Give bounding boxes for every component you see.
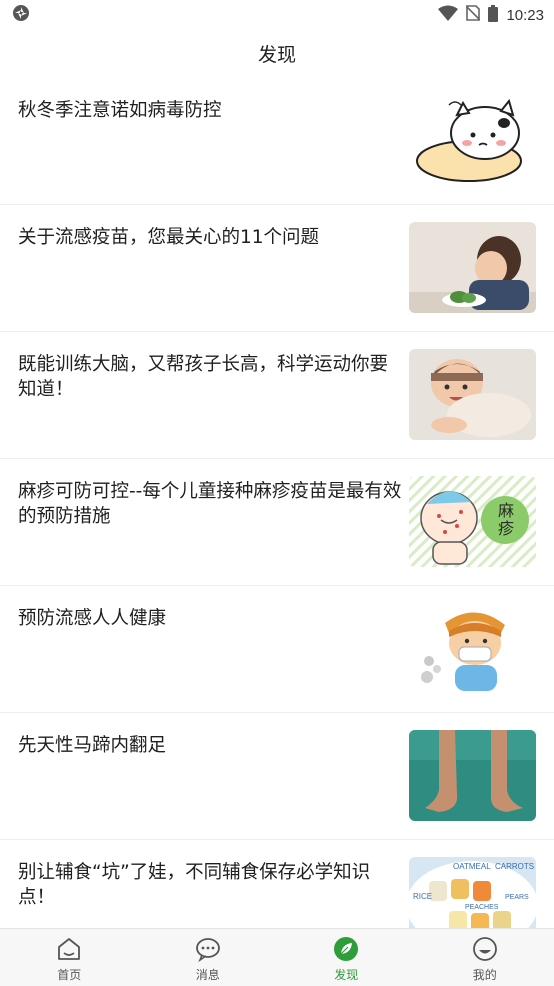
food-label-peaches: PEACHES <box>465 904 499 911</box>
masked-boy-cartoon-image <box>409 603 536 694</box>
article-title: 秋冬季注意诺如病毒防控 <box>18 100 222 121</box>
article-thumbnail: 麻疹 <box>409 476 536 567</box>
food-label-carrots: CARROTS <box>495 862 534 871</box>
article-thumbnail: OATMEAL CARROTS RICE PEACHES PEARS <box>409 857 536 928</box>
cartoon-sick-cat-image <box>409 95 536 186</box>
article-item[interactable]: 关于流感疫苗，您最关心的11个问题 <box>0 205 554 332</box>
measles-thumb-label: 麻疹 <box>497 501 514 538</box>
article-item[interactable]: 别让辅食“坑”了娃，不同辅食保存必学知识点！ OATMEAL CARROTS R… <box>0 840 554 928</box>
article-thumbnail <box>409 730 536 821</box>
wifi-icon <box>438 5 459 25</box>
baby-food-cubes-photo: OATMEAL CARROTS RICE PEACHES PEARS <box>409 857 536 928</box>
no-sim-icon <box>465 5 482 25</box>
tab-messages[interactable]: 消息 <box>139 929 278 986</box>
status-bar: 10:23 <box>0 0 554 30</box>
article-item[interactable]: 既能训练大脑，又帮孩子长高，科学运动你要知道！ <box>0 332 554 459</box>
article-thumbnail <box>409 95 536 186</box>
tab-mine[interactable]: 我的 <box>416 929 554 986</box>
tab-label: 我的 <box>472 968 497 982</box>
article-item[interactable]: 预防流感人人健康 <box>0 586 554 713</box>
status-time: 10:23 <box>506 6 544 24</box>
crying-child-photo <box>409 222 536 313</box>
article-thumbnail <box>409 603 536 694</box>
smiley-user-icon <box>471 935 499 963</box>
leaf-icon <box>332 935 360 963</box>
article-title: 预防流感人人健康 <box>18 608 167 629</box>
food-label-pears: PEARS <box>505 894 529 901</box>
article-thumbnail <box>409 349 536 440</box>
article-item[interactable]: 秋冬季注意诺如病毒防控 <box>0 78 554 205</box>
message-bubble-icon <box>194 935 222 963</box>
article-title: 麻疹可防可控--每个儿童接种麻疹疫苗是最有效的预防措施 <box>18 481 402 527</box>
page-title: 发现 <box>257 43 296 66</box>
article-feed[interactable]: 秋冬季注意诺如病毒防控 关于流感疫苗，您最关心的11个问题 既能训练大脑，又帮孩… <box>0 78 554 928</box>
food-label-oatmeal: OATMEAL <box>453 862 491 871</box>
article-item[interactable]: 麻疹可防可控--每个儿童接种麻疹疫苗是最有效的预防措施 麻疹 <box>0 459 554 586</box>
article-title: 既能训练大脑，又帮孩子长高，科学运动你要知道！ <box>18 354 389 400</box>
tab-home[interactable]: 首页 <box>0 929 139 986</box>
tab-label: 发现 <box>334 968 359 982</box>
food-label-rice: RICE <box>413 892 432 901</box>
article-title: 别让辅食“坑”了娃，不同辅食保存必学知识点！ <box>18 862 371 908</box>
tab-discover[interactable]: 发现 <box>277 929 416 986</box>
article-thumbnail <box>409 222 536 313</box>
app-notification-icon <box>12 4 30 26</box>
clubfoot-photo <box>409 730 536 821</box>
page-header: 发现 <box>0 30 554 76</box>
battery-icon <box>488 4 499 26</box>
article-title: 关于流感疫苗，您最关心的11个问题 <box>18 227 320 248</box>
article-title: 先天性马蹄内翻足 <box>18 735 167 756</box>
article-item[interactable]: 先天性马蹄内翻足 <box>0 713 554 840</box>
tab-label: 首页 <box>57 968 82 982</box>
bottom-tab-bar: 首页 消息 发现 我的 <box>0 928 554 986</box>
home-icon <box>55 935 83 963</box>
crawling-baby-photo <box>409 349 536 440</box>
tab-label: 消息 <box>195 968 220 982</box>
